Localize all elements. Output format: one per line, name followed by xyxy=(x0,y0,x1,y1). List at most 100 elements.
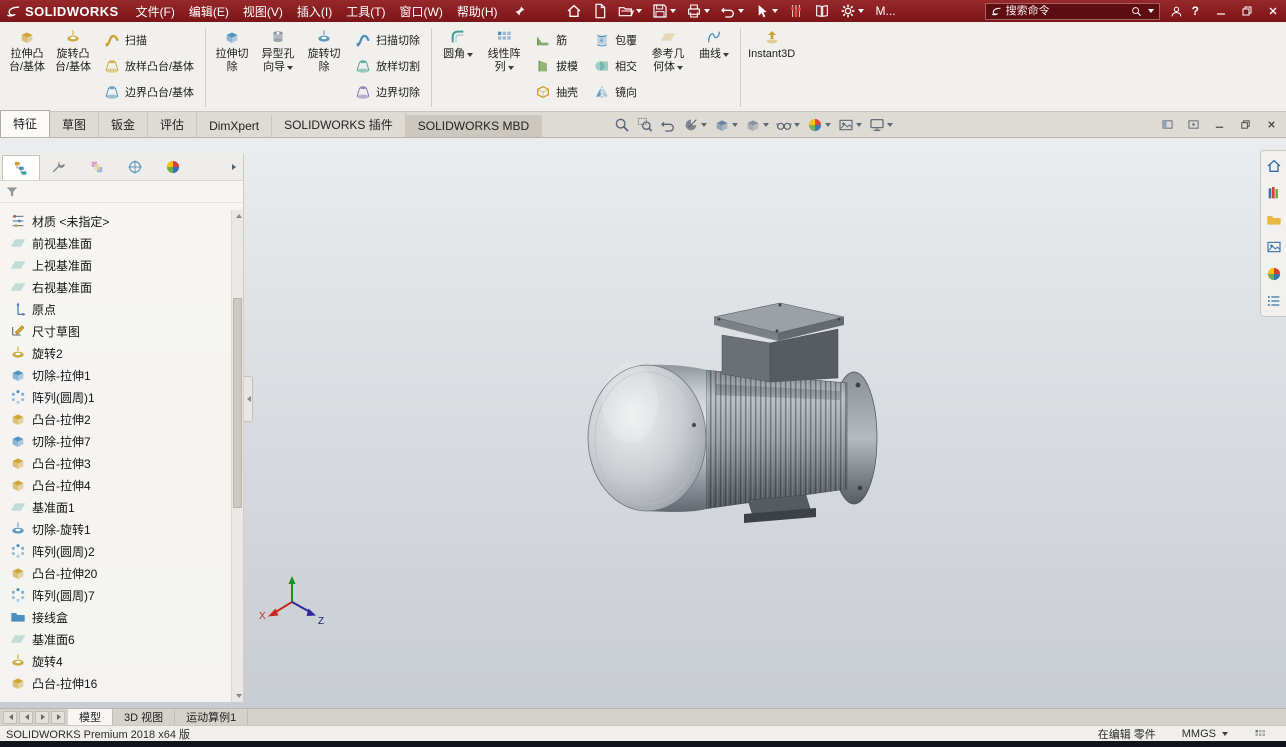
tree-item[interactable]: 材质 <未指定> xyxy=(0,210,231,232)
view-palette-tab[interactable] xyxy=(1266,239,1282,255)
design-library-tab[interactable] xyxy=(1266,185,1282,201)
menu-item[interactable]: 编辑(E) xyxy=(182,1,236,22)
command-tab[interactable]: DimXpert xyxy=(197,115,272,137)
command-tab[interactable]: 评估 xyxy=(148,112,197,137)
ribbon-button[interactable]: 筋 xyxy=(532,27,581,53)
menu-item[interactable]: 工具(T) xyxy=(339,1,392,22)
ribbon-button[interactable]: 包覆 xyxy=(591,27,640,53)
tree-item[interactable]: 基准面1 xyxy=(0,496,231,518)
menu-item[interactable]: 插入(I) xyxy=(290,1,339,22)
select-button[interactable] xyxy=(749,0,783,22)
bottom-tab[interactable]: 模型 xyxy=(68,709,113,725)
last-tab-button[interactable] xyxy=(51,711,65,724)
ribbon-button[interactable]: 拉伸切除 xyxy=(209,24,255,111)
menu-item[interactable]: 视图(V) xyxy=(236,1,290,22)
ribbon-button[interactable]: 相交 xyxy=(591,53,640,79)
dropdown-caret[interactable] xyxy=(794,123,800,127)
login-button[interactable] xyxy=(1170,5,1183,18)
tree-filter[interactable] xyxy=(0,181,243,203)
tree-item[interactable]: 阵列(圆周)1 xyxy=(0,386,231,408)
dropdown-caret[interactable] xyxy=(636,9,642,13)
tree-item[interactable]: 接线盒 xyxy=(0,606,231,628)
command-tab[interactable]: 草图 xyxy=(50,112,99,137)
view-orientation-button[interactable] xyxy=(714,117,738,133)
tree-item[interactable]: 上视基准面 xyxy=(0,254,231,276)
tree-item[interactable]: 切除-旋转1 xyxy=(0,518,231,540)
dropdown-caret[interactable] xyxy=(732,123,738,127)
featuremanager-tab[interactable] xyxy=(2,155,40,180)
dropdown-caret[interactable] xyxy=(701,123,707,127)
tree-item[interactable]: 凸台-拉伸4 xyxy=(0,474,231,496)
configurationmanager-tab[interactable] xyxy=(78,155,116,180)
more-menu[interactable]: M... xyxy=(869,2,903,20)
tree-item[interactable]: 右视基准面 xyxy=(0,276,231,298)
help-button[interactable]: ? xyxy=(1192,4,1199,18)
open-button[interactable] xyxy=(613,0,647,22)
search-scope-caret[interactable] xyxy=(1148,9,1154,13)
command-tab[interactable]: SOLIDWORKS MBD xyxy=(406,115,542,137)
tree-item[interactable]: 凸台-拉伸16 xyxy=(0,672,231,694)
units-caret[interactable] xyxy=(1222,732,1228,736)
ribbon-button[interactable]: 放样凸台/基体 xyxy=(101,53,197,79)
dropdown-caret[interactable] xyxy=(508,66,514,70)
zoom-area-button[interactable] xyxy=(637,117,653,133)
edit-appearance-button[interactable] xyxy=(807,117,831,133)
first-tab-button[interactable] xyxy=(3,711,17,724)
appearances-scenes-tab[interactable] xyxy=(1266,266,1282,282)
tree-item[interactable]: 阵列(圆周)7 xyxy=(0,584,231,606)
close-button[interactable] xyxy=(1260,0,1286,22)
dropdown-caret[interactable] xyxy=(677,66,683,70)
document-close-button[interactable] xyxy=(1259,115,1283,134)
dropdown-caret[interactable] xyxy=(670,9,676,13)
tree-item[interactable]: 切除-拉伸1 xyxy=(0,364,231,386)
save-button[interactable] xyxy=(647,0,681,22)
dropdown-caret[interactable] xyxy=(467,53,473,57)
ribbon-button[interactable]: 扫描 xyxy=(101,27,197,53)
tree-item[interactable]: 尺寸草图 xyxy=(0,320,231,342)
ribbon-button[interactable]: Instant3D xyxy=(744,24,799,111)
tree-item[interactable]: 凸台-拉伸2 xyxy=(0,408,231,430)
previous-tab-button[interactable] xyxy=(19,711,33,724)
dropdown-caret[interactable] xyxy=(763,123,769,127)
tree-tabs-overflow-button[interactable] xyxy=(230,164,243,170)
units-selector[interactable]: MMGS xyxy=(1182,728,1228,740)
tree-item[interactable]: 前视基准面 xyxy=(0,232,231,254)
tree-item[interactable]: 阵列(圆周)2 xyxy=(0,540,231,562)
command-tab[interactable]: 钣金 xyxy=(99,112,148,137)
dropdown-caret[interactable] xyxy=(723,53,729,57)
tree-item[interactable]: 基准面6 xyxy=(0,628,231,650)
panel-collapse-handle[interactable] xyxy=(244,376,253,422)
tree-item[interactable]: 凸台-拉伸20 xyxy=(0,562,231,584)
propertymanager-tab[interactable] xyxy=(40,155,78,180)
tree-item[interactable]: 凸台-拉伸3 xyxy=(0,452,231,474)
home-button[interactable] xyxy=(561,0,587,22)
command-tab[interactable]: 特征 xyxy=(0,110,50,137)
options-button[interactable] xyxy=(835,0,869,22)
dropdown-caret[interactable] xyxy=(772,9,778,13)
dropdown-caret[interactable] xyxy=(856,123,862,127)
solidworks-resources-tab[interactable] xyxy=(1266,158,1282,174)
display-style-button[interactable] xyxy=(745,117,769,133)
scrollbar-thumb[interactable] xyxy=(233,298,242,508)
scroll-down-button[interactable] xyxy=(232,690,243,702)
dropdown-caret[interactable] xyxy=(287,66,293,70)
search-box[interactable] xyxy=(985,3,1160,20)
graphics-area[interactable]: X Z 材质 <未指定>前视基准面上视基准面右视基准面原点尺寸草图旋转2切除-拉… xyxy=(0,138,1286,708)
ribbon-button[interactable]: 旋转切除 xyxy=(301,24,347,111)
motor-part[interactable] xyxy=(588,303,877,523)
ribbon-button[interactable]: 边界凸台/基体 xyxy=(101,79,197,105)
section-view-button[interactable] xyxy=(683,117,707,133)
tree-item[interactable]: 原点 xyxy=(0,298,231,320)
restore-button[interactable] xyxy=(1234,0,1260,22)
pin-menu-button[interactable] xyxy=(514,5,526,17)
ribbon-button[interactable]: 抽壳 xyxy=(532,79,581,105)
next-tab-button[interactable] xyxy=(35,711,49,724)
view-settings-button[interactable] xyxy=(869,117,893,133)
ribbon-button[interactable]: 参考几何体 xyxy=(645,24,691,111)
tree-item[interactable]: 切除-拉伸7 xyxy=(0,430,231,452)
bottom-tab[interactable]: 3D 视图 xyxy=(113,709,175,725)
ribbon-button[interactable]: 边界切除 xyxy=(352,79,423,105)
minimize-button[interactable] xyxy=(1208,0,1234,22)
new-document-button[interactable] xyxy=(587,0,613,22)
tree-item[interactable]: 旋转4 xyxy=(0,650,231,672)
